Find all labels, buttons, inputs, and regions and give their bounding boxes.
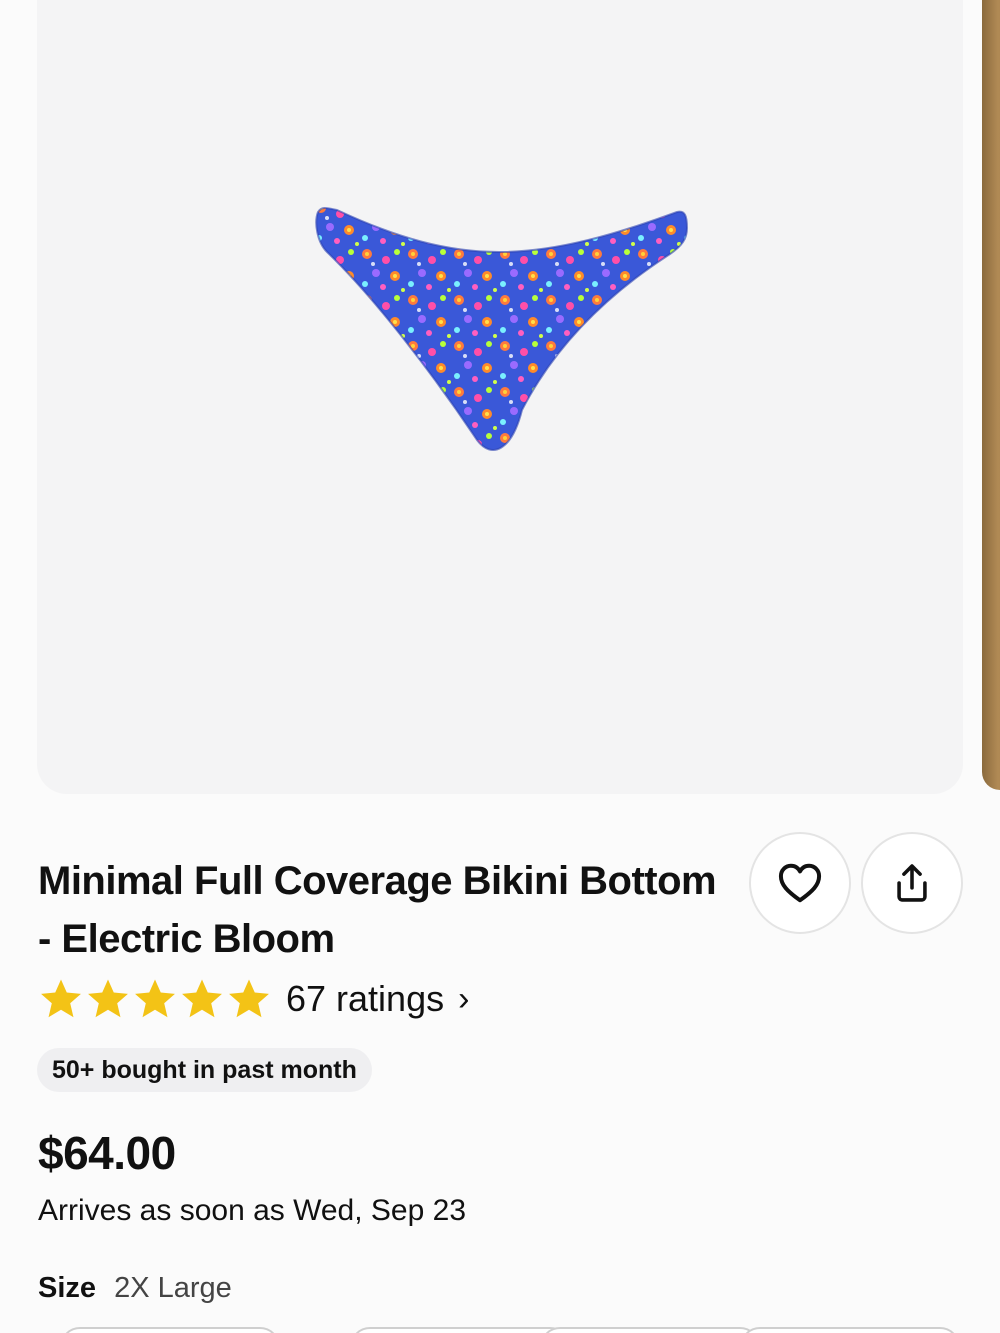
delivery-estimate: Arrives as soon as Wed, Sep 23 — [38, 1194, 466, 1227]
size-option[interactable] — [350, 1327, 570, 1333]
star-icon — [41, 979, 81, 1018]
size-options — [0, 1327, 1000, 1333]
product-page: Minimal Full Coverage Bikini Bottom - El… — [0, 0, 1000, 1333]
product-price: $64.00 — [38, 1127, 176, 1179]
chevron-right-icon: › — [458, 979, 470, 1018]
popularity-badge: 50+ bought in past month — [37, 1048, 372, 1092]
size-selection: Size 2X Large — [38, 1272, 232, 1305]
share-icon — [897, 864, 927, 902]
star-icon — [182, 979, 222, 1018]
star-icon — [135, 979, 175, 1018]
size-option[interactable] — [540, 1327, 760, 1333]
star-icon — [88, 979, 128, 1018]
heart-icon — [778, 863, 822, 903]
size-label: Size — [38, 1272, 97, 1304]
size-value: 2X Large — [114, 1272, 232, 1304]
share-button[interactable] — [861, 832, 963, 934]
star-rating — [38, 976, 272, 1022]
next-image-preview[interactable] — [982, 0, 1000, 790]
size-option[interactable] — [740, 1327, 960, 1333]
product-image-carousel[interactable] — [37, 0, 963, 794]
ratings-link[interactable]: 67 ratings › — [38, 975, 469, 1023]
product-image — [315, 207, 689, 451]
ratings-count: 67 ratings — [286, 978, 445, 1019]
size-option[interactable] — [60, 1327, 280, 1333]
product-title: Minimal Full Coverage Bikini Bottom - El… — [38, 859, 717, 961]
star-icon — [229, 979, 269, 1018]
favorite-button[interactable] — [749, 832, 851, 934]
